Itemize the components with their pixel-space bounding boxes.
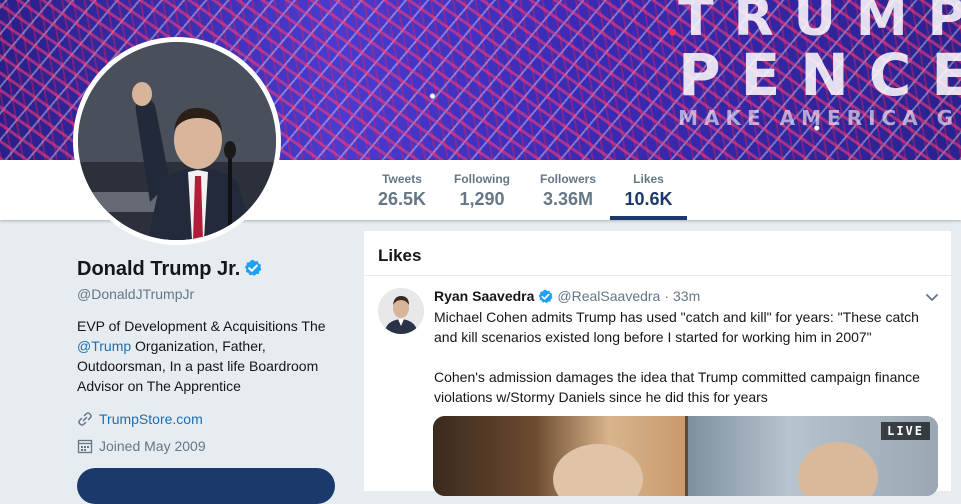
tweet-paragraph-2: Cohen's admission damages the idea that … bbox=[434, 369, 920, 405]
bio-text-1: EVP of Development & Acquisitions The bbox=[77, 318, 326, 334]
tweet-paragraph-1: Michael Cohen admits Trump has used "cat… bbox=[434, 309, 919, 345]
chevron-down-icon[interactable] bbox=[925, 290, 939, 304]
profile-joined: Joined May 2009 bbox=[77, 438, 206, 454]
likes-timeline: Likes Ryan Saavedra @RealSaavedra · 33m bbox=[364, 231, 951, 496]
tweet-author-avatar[interactable] bbox=[378, 288, 424, 334]
tweet-timestamp[interactable]: 33m bbox=[673, 288, 700, 304]
tweet-media-video[interactable]: LIVE bbox=[433, 416, 938, 496]
banner-slogan: TRUMP PENCE MAKE AMERICA G bbox=[678, 0, 961, 128]
stat-followers[interactable]: Followers 3.36M bbox=[532, 172, 604, 220]
verified-badge-icon bbox=[245, 259, 262, 276]
stat-followers-label: Followers bbox=[539, 172, 596, 186]
website-link[interactable]: TrumpStore.com bbox=[99, 411, 203, 427]
banner-line-2: PENCE bbox=[678, 41, 961, 109]
profile-action-button[interactable] bbox=[77, 468, 335, 504]
author-avatar-image bbox=[378, 288, 424, 334]
stat-likes[interactable]: Likes 10.6K bbox=[610, 172, 687, 220]
banner-line-3: MAKE AMERICA G bbox=[678, 106, 960, 130]
tweet-author-name[interactable]: Ryan Saavedra bbox=[434, 288, 534, 304]
calendar-icon bbox=[77, 439, 93, 454]
profile-website: TrumpStore.com bbox=[77, 411, 203, 427]
stat-tweets-value: 26.5K bbox=[377, 189, 427, 209]
stat-tweets[interactable]: Tweets 26.5K bbox=[367, 172, 437, 220]
tweet-item[interactable]: Ryan Saavedra @RealSaavedra · 33m Michae… bbox=[364, 276, 951, 407]
tweet-author-handle[interactable]: @RealSaavedra bbox=[557, 288, 660, 304]
avatar-photo bbox=[78, 42, 276, 240]
timeline-header: Likes bbox=[364, 231, 951, 276]
joined-date: Joined May 2009 bbox=[99, 438, 206, 454]
profile-avatar[interactable] bbox=[73, 37, 281, 245]
link-icon bbox=[78, 412, 92, 426]
profile-bio: EVP of Development & Acquisitions The @T… bbox=[77, 316, 339, 396]
profile-name[interactable]: Donald Trump Jr. bbox=[77, 258, 262, 281]
stat-following-value: 1,290 bbox=[459, 189, 505, 209]
stat-following-label: Following bbox=[454, 172, 510, 186]
profile-name-text: Donald Trump Jr. bbox=[77, 258, 241, 280]
tweet-text: Michael Cohen admits Trump has used "cat… bbox=[434, 307, 939, 407]
stat-tweets-label: Tweets bbox=[382, 172, 422, 186]
stat-following[interactable]: Following 1,290 bbox=[447, 172, 517, 220]
verified-badge-icon bbox=[539, 289, 553, 303]
tweet-separator: · bbox=[664, 288, 670, 304]
tweet-header: Ryan Saavedra @RealSaavedra · 33m bbox=[434, 286, 937, 306]
profile-handle[interactable]: @DonaldJTrumpJr bbox=[77, 286, 194, 302]
stat-followers-value: 3.36M bbox=[542, 189, 594, 209]
bio-mention-link[interactable]: @Trump bbox=[77, 338, 131, 354]
stat-likes-label: Likes bbox=[633, 172, 664, 186]
banner-line-1: TRUMP bbox=[678, 0, 961, 48]
stat-likes-value: 10.6K bbox=[624, 189, 673, 209]
live-badge: LIVE bbox=[881, 422, 930, 440]
